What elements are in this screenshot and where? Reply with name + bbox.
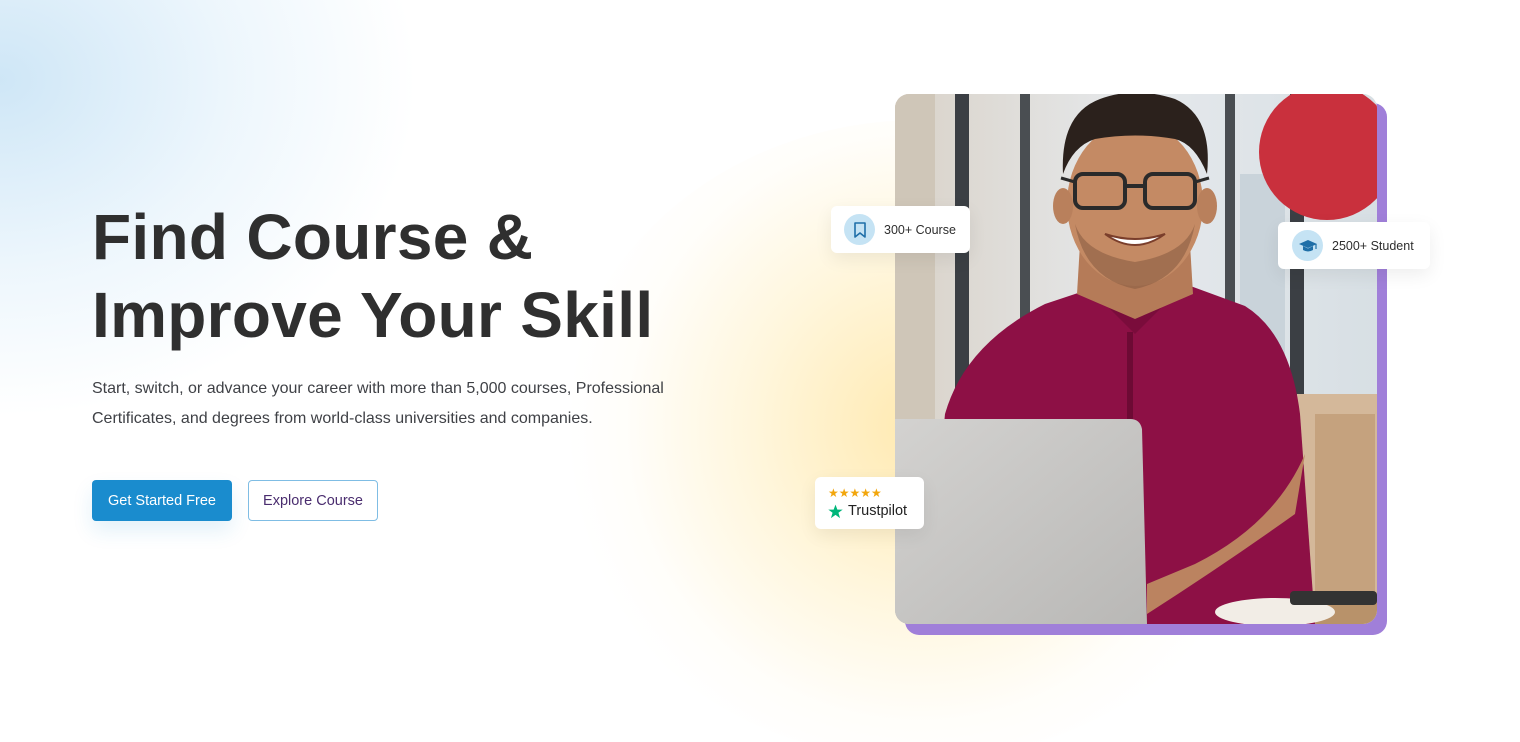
get-started-button[interactable]: Get Started Free xyxy=(92,480,232,521)
rating-stars: ★★★★★ xyxy=(828,486,882,500)
student-count-badge: 2500+ Student xyxy=(1278,222,1430,269)
trustpilot-label: Trustpilot xyxy=(848,503,908,519)
graduation-cap-icon xyxy=(1292,230,1323,261)
hero-heading: Find Course & Improve Your Skill xyxy=(92,198,653,354)
hero-subtitle: Start, switch, or advance your career wi… xyxy=(92,380,664,427)
hero-heading-line2: Improve Your Skill xyxy=(92,279,654,351)
bookmark-icon xyxy=(844,214,875,245)
hero-photo xyxy=(895,94,1377,624)
course-count-label: 300+ Course xyxy=(884,222,956,237)
hero-heading-line1: Find Course & xyxy=(92,201,534,273)
hero-section: Find Course & Improve Your Skill Start, … xyxy=(0,0,1520,742)
student-count-label: 2500+ Student xyxy=(1332,238,1414,253)
trustpilot-badge: ★★★★★ Trustpilot xyxy=(815,477,924,529)
trustpilot-star-icon xyxy=(828,504,843,518)
course-count-badge: 300+ Course xyxy=(831,206,970,253)
explore-course-button[interactable]: Explore Course xyxy=(248,480,378,521)
trustpilot-row: Trustpilot xyxy=(828,503,907,519)
